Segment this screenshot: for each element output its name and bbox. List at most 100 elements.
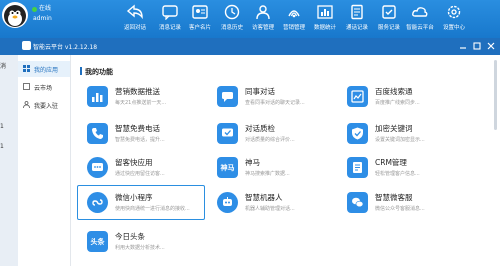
- card-description: 设置关键词加密显示...: [375, 137, 425, 143]
- toolbar-label: 访客管理: [251, 25, 274, 31]
- back-arrow-icon: [126, 4, 143, 20]
- toolbar-history-button[interactable]: 消息历史: [215, 4, 249, 38]
- sidebar-item-my-apps[interactable]: 我的应用: [18, 61, 70, 77]
- clock-icon: [224, 4, 240, 20]
- close-icon: [487, 42, 495, 50]
- card-title: 加密关键词: [375, 124, 413, 133]
- id-card-icon: [192, 5, 208, 19]
- sidebar-item-label: 云市场: [34, 85, 53, 92]
- sliver-text: 1: [0, 123, 4, 130]
- sidebar: 我的应用 云市场 我要入驻: [18, 55, 71, 266]
- app-icon: [87, 157, 108, 178]
- toolbar-label: 设置中心: [442, 25, 465, 31]
- card-title: 百度线索通: [375, 87, 413, 96]
- card-title: 对话质检: [245, 124, 275, 133]
- toolbar-label: 营销管理: [282, 25, 305, 31]
- app-card-crm[interactable]: CRM管理 轻松管理客户信息...: [337, 150, 465, 185]
- toolbar-card-button[interactable]: 客户名片: [183, 4, 217, 38]
- card-description: 通过快应用留住访客...: [115, 171, 165, 177]
- card-description: 神马搜索推广数据...: [245, 171, 290, 177]
- toolbar-label: 通话记录: [345, 25, 368, 31]
- app-card-chat-quality[interactable]: 对话质检 对话质量的综合评价...: [207, 116, 335, 151]
- app-card-marketing-push[interactable]: 营销数据推送 每天21点推送前一天...: [77, 79, 205, 114]
- toolbar-label: 数据统计: [313, 25, 336, 31]
- toolbar-service-button[interactable]: 服务记录: [372, 4, 406, 38]
- robot-icon: [217, 192, 238, 213]
- minimize-button[interactable]: [458, 41, 468, 51]
- crm-icon: [347, 157, 368, 178]
- card-description: 百度推广线索同步...: [375, 100, 420, 106]
- sidebar-item-join[interactable]: 我要入驻: [18, 97, 70, 113]
- mini-program-icon: [87, 192, 108, 213]
- avatar[interactable]: [2, 2, 28, 28]
- app-card-wechat-service[interactable]: 智慧微客服 微信公众号客服消息...: [337, 185, 465, 220]
- grid-icon: [23, 65, 30, 72]
- card-description: 对话质量的综合评价...: [245, 137, 295, 143]
- user-status[interactable]: 在线: [39, 3, 51, 12]
- card-title: 智慧机器人: [245, 193, 283, 202]
- toolbar-messages-button[interactable]: 消息记录: [153, 4, 187, 38]
- app-card-shenma[interactable]: 神马 神马 神马搜索推广数据...: [207, 150, 335, 185]
- app-card-toutiao[interactable]: 头条 今日头条 利用大数据分析技术...: [77, 224, 205, 259]
- toolbar-label: 客户名片: [188, 25, 211, 31]
- bar-chart-icon: [87, 86, 108, 107]
- app-card-free-phone[interactable]: 智慧免费电话 智慧免费电话，提升...: [77, 116, 205, 151]
- chat-check-icon: [217, 123, 238, 144]
- toolbar-back-button[interactable]: 返回对话: [118, 4, 152, 38]
- toolbar-label: 服务记录: [377, 25, 400, 31]
- card-description: 轻松管理客户信息...: [375, 171, 420, 177]
- toolbar-visitor-button[interactable]: 访客管理: [246, 4, 280, 38]
- maximize-button[interactable]: [472, 41, 482, 51]
- card-title: 营销数据推送: [115, 87, 160, 96]
- main-content: 我的功能 营销数据推送 每天21点推送前一天... 同事对话 查看同事对话的聊天…: [71, 55, 500, 266]
- card-description: 使用快商通统一进行消息的接收...: [115, 206, 190, 212]
- toolbar-label: 返回对话: [123, 25, 146, 31]
- card-title: 微信小程序: [115, 193, 153, 202]
- close-button[interactable]: [486, 41, 496, 51]
- card-description: 查看同事对话的聊天记录...: [245, 100, 305, 106]
- sidebar-item-cloud-market[interactable]: 云市场: [18, 79, 70, 95]
- app-card-encrypt-keywords[interactable]: 加密关键词 设置关键词加密显示...: [337, 116, 465, 151]
- shield-icon: [347, 123, 368, 144]
- bar-chart-icon: [317, 5, 333, 19]
- user-manage-icon: [256, 5, 270, 20]
- service-icon: [382, 5, 396, 19]
- app-card-colleague-chat[interactable]: 同事对话 查看同事对话的聊天记录...: [207, 79, 335, 114]
- toutiao-icon-text: 头条: [90, 238, 105, 246]
- section-title: 我的功能: [85, 68, 113, 76]
- cloud-platform-icon: [412, 7, 428, 17]
- section-accent-bar: [80, 67, 82, 75]
- shenma-icon: 神马: [217, 157, 238, 178]
- toolbar-settings-button[interactable]: 设置中心: [437, 4, 471, 38]
- app-card-robot[interactable]: 智慧机器人 机器人辅助管理对话...: [207, 185, 335, 220]
- toolbar-call-log-button[interactable]: 通话记录: [340, 4, 374, 38]
- app-card-quick-app[interactable]: 留客快应用 通过快应用留住访客...: [77, 150, 205, 185]
- toolbar-label: 消息记录: [158, 25, 181, 31]
- app-card-baidu-clue[interactable]: 百度线索通 百度推广线索同步...: [337, 79, 465, 114]
- window-title: 智能云平台 v1.2.12.18: [33, 44, 98, 51]
- card-title: 同事对话: [245, 87, 275, 96]
- maximize-icon: [473, 42, 481, 50]
- sidebar-item-label: 我要入驻: [34, 103, 59, 110]
- cloud-icon: [23, 83, 30, 90]
- toolbar-cloud-platform-button[interactable]: 智能云平台: [403, 4, 437, 38]
- chat-bubble-icon: [162, 5, 178, 20]
- toolbar-marketing-button[interactable]: 营销管理: [277, 4, 311, 38]
- scrollbar[interactable]: [494, 60, 497, 130]
- online-status-icon: [32, 7, 37, 12]
- sidebar-item-label: 我的应用: [34, 67, 59, 74]
- card-description: 利用大数据分析技术...: [115, 245, 165, 251]
- shenma-icon-text: 神马: [220, 164, 235, 172]
- signal-icon: [288, 10, 300, 18]
- card-description: 智慧免费电话，提升...: [115, 137, 165, 143]
- document-icon: [351, 4, 363, 20]
- app-card-mini-program[interactable]: 微信小程序 使用快商通统一进行消息的接收...: [77, 185, 205, 220]
- card-title: 智慧微客服: [375, 193, 413, 202]
- sliver-text: 1: [0, 143, 4, 150]
- username: admin: [33, 15, 52, 22]
- toolbar-stats-button[interactable]: 数据统计: [308, 4, 342, 38]
- card-title: 今日头条: [115, 232, 145, 241]
- minimize-icon: [460, 47, 466, 49]
- user-join-icon: [23, 101, 30, 108]
- background-window-sliver: 消 1 1: [0, 55, 18, 266]
